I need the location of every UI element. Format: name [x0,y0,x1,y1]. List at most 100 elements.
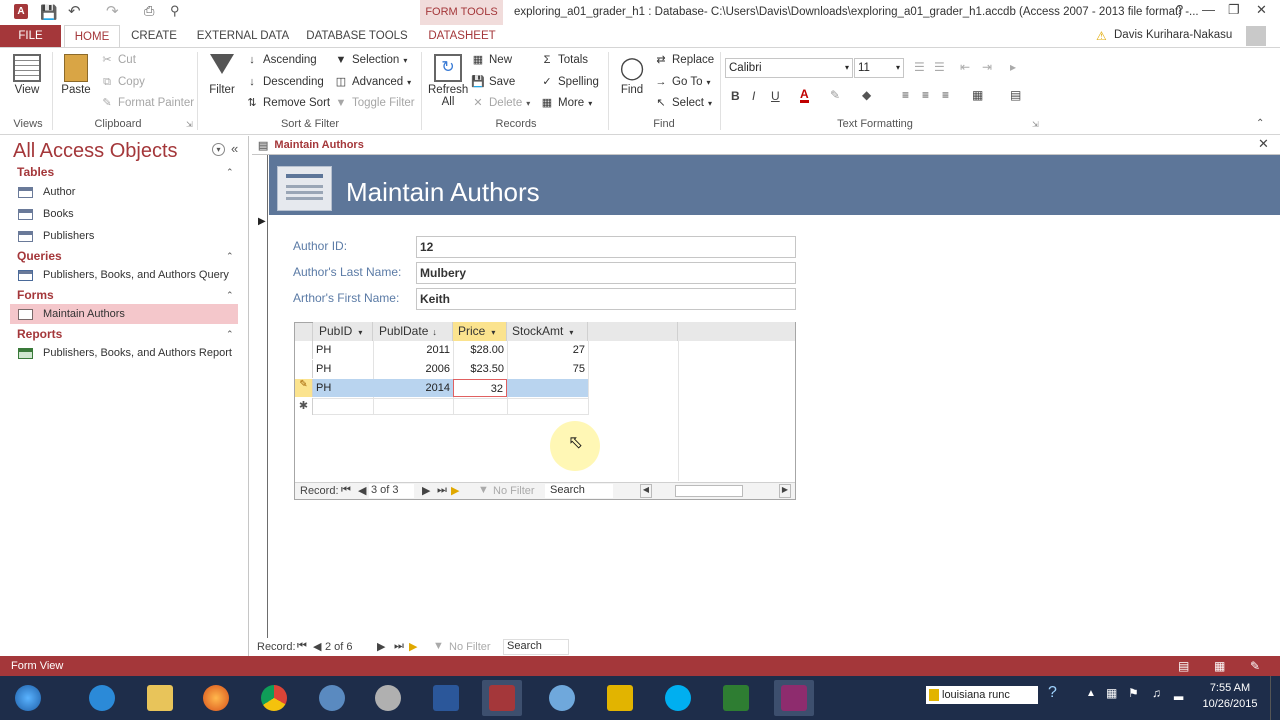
print-icon[interactable]: ⎙ [144,3,154,19]
tab-home[interactable]: HOME [64,25,120,48]
bold-button[interactable]: B [731,89,740,103]
row-selector[interactable] [295,341,313,359]
decrease-indent-icon[interactable]: ⇤ [960,60,970,74]
volume-icon[interactable]: ♫ [1152,686,1161,700]
taskbar-app[interactable] [368,680,408,716]
scroll-left-icon[interactable]: ◀ [640,484,652,498]
collapse-icon[interactable]: ⌃ [226,167,234,178]
windows-flag-icon[interactable]: ▦ [1106,686,1117,700]
action-center-icon[interactable]: ⚑ [1128,686,1139,700]
taskbar-explorer[interactable] [140,680,180,716]
taskbar-app[interactable] [542,680,582,716]
access-app-icon[interactable]: A [14,4,28,19]
taskbar-skype[interactable] [658,680,698,716]
descending-button[interactable]: ↓ Descending [245,76,323,88]
spelling-button[interactable]: ✓ Spelling [540,76,599,88]
font-size-select[interactable]: 11 ▾ [854,58,904,78]
main-no-filter[interactable]: No Filter [449,641,491,653]
next-record-icon[interactable]: ▶ [377,640,385,653]
save-icon[interactable]: 💾 [40,4,57,21]
column-header-stockamt[interactable]: StockAmt ▾ [507,322,588,341]
main-search-box[interactable]: Search [503,639,569,655]
more-button[interactable]: ▦ More ▾ [540,97,592,109]
last-record-icon[interactable]: ⏭ [394,640,404,653]
new-record-asterisk-icon[interactable]: ✱ [295,398,313,415]
nav-section-queries[interactable]: Queries [17,249,62,263]
save-record-button[interactable]: 💾 Save [471,76,515,88]
numbering-icon[interactable]: ☰ [934,60,945,74]
network-icon[interactable]: ▂ [1174,686,1183,700]
minimize-button[interactable]: — [1202,2,1215,17]
print-preview-icon[interactable]: ⚲ [170,3,180,19]
gridlines-icon[interactable]: ▦ [972,88,983,102]
taskbar-app[interactable] [716,680,756,716]
column-header-empty[interactable] [678,322,795,341]
goto-button[interactable]: → Go To ▾ [654,76,711,88]
datasheet-view-icon[interactable]: ▦ [1214,659,1225,673]
taskbar-chrome[interactable] [254,680,294,716]
show-desktop-button[interactable] [1270,676,1280,720]
refresh-all-button[interactable]: ↻ Refresh All [428,54,468,108]
nav-section-forms[interactable]: Forms [17,288,54,302]
view-button[interactable]: View [10,54,44,96]
totals-button[interactable]: Σ Totals [540,54,588,66]
filter-button[interactable]: Filter [204,54,240,96]
cell-stockamt[interactable] [507,379,588,397]
taskbar-app[interactable] [312,680,352,716]
subform-search-box[interactable]: Search [545,484,613,498]
cell-publdate[interactable]: 2014 [373,379,453,397]
new-record-nav-icon[interactable]: ▶ [409,640,417,653]
column-header-empty[interactable] [588,322,678,341]
nav-item-books[interactable]: Books [18,204,246,224]
cell-publdate[interactable]: 2006 [373,360,453,378]
taskbar-app[interactable] [774,680,814,716]
increase-indent-icon[interactable]: ⇥ [982,60,992,74]
nav-item-maintain-authors[interactable]: Maintain Authors [10,304,238,324]
remove-sort-button[interactable]: ⇅ Remove Sort [245,97,330,109]
find-button[interactable]: ◯ Find [616,54,648,96]
help-button[interactable]: ? [1176,2,1183,17]
undo-icon[interactable]: ↶ [68,2,81,20]
align-center-icon[interactable]: ≡ [922,88,929,102]
selection-button[interactable]: ▼ Selection ▾ [334,54,408,66]
start-button[interactable] [8,680,48,716]
paragraph-direction-icon[interactable]: ▸ [1010,60,1016,74]
select-all-corner[interactable] [295,323,313,341]
nav-item-query[interactable]: Publishers, Books, and Authors Query [18,265,246,285]
cell-pubid[interactable]: PH [313,341,373,359]
taskbar-access[interactable] [482,680,522,716]
cell-stockamt[interactable]: 27 [507,341,588,359]
first-name-field[interactable]: Keith [416,288,796,310]
highlight-icon[interactable]: ✎ [830,88,840,102]
form-view-icon[interactable]: ▤ [1178,659,1189,673]
subform-no-filter[interactable]: No Filter [493,485,535,497]
document-tab-maintain-authors[interactable]: ▤ Maintain Authors [252,136,372,154]
redo-icon[interactable]: ↷ [106,2,119,20]
select-button[interactable]: ↖ Select ▾ [654,97,712,109]
tab-file[interactable]: FILE [0,25,61,47]
collapse-icon[interactable]: ⌃ [226,251,234,262]
taskbar-word[interactable] [426,680,466,716]
paste-button[interactable]: Paste [60,54,92,96]
new-record-row[interactable] [313,398,588,415]
collapse-icon[interactable]: ⌃ [226,329,234,340]
cell-stockamt[interactable]: 75 [507,360,588,378]
tab-create[interactable]: CREATE [126,25,182,48]
ascending-button[interactable]: ↓ Ascending [245,54,316,66]
show-hidden-icons[interactable]: ▲ [1086,688,1096,699]
main-record-position[interactable]: 2 of 6 [325,641,370,653]
column-header-publdate[interactable]: PublDate ↓ [373,322,453,341]
copy-button[interactable]: ⧉ Copy [100,76,145,88]
replace-button[interactable]: ⇄ Replace [654,54,714,66]
close-document-icon[interactable]: ✕ [1258,136,1269,152]
restore-button[interactable]: ❐ [1228,2,1240,18]
pencil-edit-icon[interactable]: ✎ [295,379,313,397]
underline-button[interactable]: U [771,89,780,103]
cell-price[interactable]: $28.00 [453,341,507,359]
tab-external-data[interactable]: EXTERNAL DATA [194,25,292,48]
previous-record-icon[interactable]: ◀ [358,484,366,497]
advanced-button[interactable]: ◫ Advanced ▾ [334,76,411,88]
new-record-nav-icon[interactable]: ▶ [451,484,459,497]
cut-button[interactable]: ✂ Cut [100,54,136,66]
font-name-select[interactable]: Calibri ▾ [725,58,853,78]
